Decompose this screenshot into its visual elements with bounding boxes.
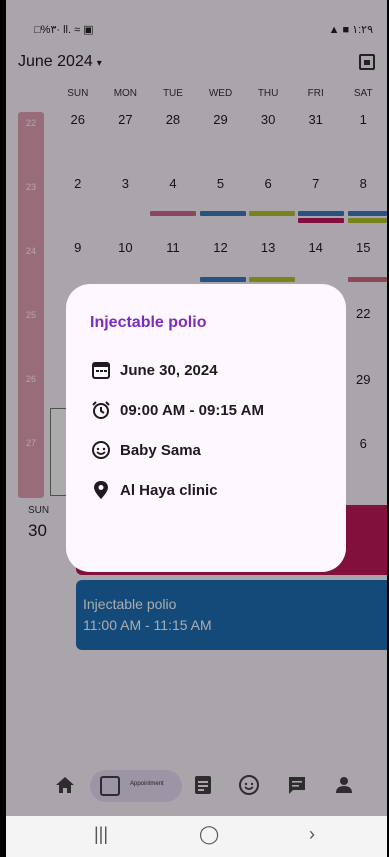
calendar-icon (90, 359, 112, 381)
home-button-icon[interactable]: ◯ (199, 824, 219, 845)
app-screen: □%٣· ll. ≈ ▣ ▲ ■ ١:٢٩ June 2024 ▾ SUN MON… (6, 0, 387, 857)
dialog-title: Injectable polio (90, 314, 207, 331)
dialog-location-row: Al Haya clinic (90, 470, 322, 510)
baby-face-icon (90, 439, 112, 461)
dialog-patient-row: Baby Sama (90, 430, 322, 470)
alarm-clock-icon (90, 399, 112, 421)
dialog-location: Al Haya clinic (120, 481, 218, 499)
recent-apps-icon[interactable]: ||| (94, 824, 108, 845)
system-navigation-bar: ||| ◯ › (6, 816, 387, 857)
dialog-time-row: 09:00 AM - 09:15 AM (90, 390, 322, 430)
dialog-patient: Baby Sama (120, 441, 201, 459)
dialog-date-row: June 30, 2024 (90, 350, 322, 390)
appointment-details-dialog: Injectable polio June 30, 2024 09:00 AM … (66, 284, 346, 572)
location-pin-icon (90, 479, 112, 501)
back-icon[interactable]: › (309, 824, 315, 845)
dialog-date: June 30, 2024 (120, 361, 218, 379)
dialog-time: 09:00 AM - 09:15 AM (120, 401, 264, 419)
